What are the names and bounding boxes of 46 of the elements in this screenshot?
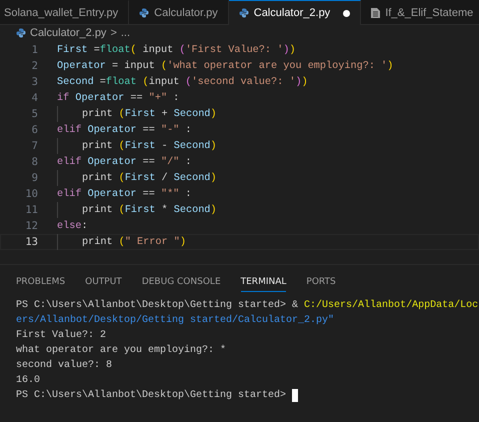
line-number: 3 <box>30 76 38 88</box>
code-line: print (First + Second) <box>57 106 217 122</box>
code-line: Operator = input ('what operator are you employing?: ') <box>57 60 394 72</box>
code-line: elif Operator == "*" : <box>57 188 192 200</box>
panel-tab[interactable]: TERMINAL <box>240 273 286 292</box>
code-line: else: <box>57 220 88 232</box>
terminal-line: second value?: 8 <box>16 360 112 371</box>
panel-tab[interactable]: PROBLEMS <box>16 273 66 292</box>
editor-tab[interactable]: Calculator_2.py <box>228 0 362 25</box>
terminal-line: PS C:\Users\Allanbot\Desktop\Getting started> <box>16 390 286 401</box>
breadcrumb-separator: > <box>110 27 117 39</box>
terminal-line: First Value?: 2 <box>16 330 106 341</box>
code-line: print (First / Second) <box>57 170 217 186</box>
line-number: 12 <box>24 220 38 232</box>
line-number: 10 <box>24 188 38 200</box>
code-line: print (" Error ") <box>57 234 186 250</box>
breadcrumb-file[interactable]: Calculator_2.py <box>30 27 106 39</box>
code-line: Second =float (input ('second value?: ')) <box>57 76 308 88</box>
code-line: if Operator == "+" : <box>57 92 180 104</box>
python-icon <box>238 8 249 18</box>
line-number: 9 <box>30 172 38 184</box>
line-number: 8 <box>30 156 38 168</box>
panel-tab[interactable]: PORTS <box>306 273 336 292</box>
code-line: elif Operator == "/" : <box>57 156 192 168</box>
line-number: 1 <box>30 44 38 56</box>
file-icon <box>371 8 380 18</box>
python-icon <box>16 28 26 38</box>
line-number: 5 <box>30 108 38 120</box>
terminal-line: what operator are you employing?: * <box>16 345 226 356</box>
line-number: 4 <box>30 92 38 104</box>
line-number: 11 <box>24 204 38 216</box>
python-icon <box>139 8 150 18</box>
breadcrumb-more[interactable]: ... <box>120 27 130 39</box>
code-line: print (First - Second) <box>57 138 217 154</box>
line-number: 6 <box>30 124 38 136</box>
terminal-line: ers/Allanbot/Desktop/Getting started/Calculator_2.py" <box>16 315 334 326</box>
panel-tab[interactable]: DEBUG CONSOLE <box>142 273 221 292</box>
panel-tab[interactable]: OUTPUT <box>85 273 122 292</box>
terminal-line: 16.0 <box>16 375 40 386</box>
line-number: 2 <box>30 60 38 72</box>
terminal-line: PS C:\Users\Allanbot\Desktop\Getting started> & C:/Users/Allanbot/AppData/Loc <box>16 300 478 311</box>
line-number: 13 <box>24 236 38 248</box>
code-line: First =float( input ('First Value?: ')) <box>57 44 296 56</box>
code-line: print (First * Second) <box>57 202 217 218</box>
line-number: 7 <box>30 140 38 152</box>
code-line: elif Operator == "-" : <box>57 124 192 136</box>
